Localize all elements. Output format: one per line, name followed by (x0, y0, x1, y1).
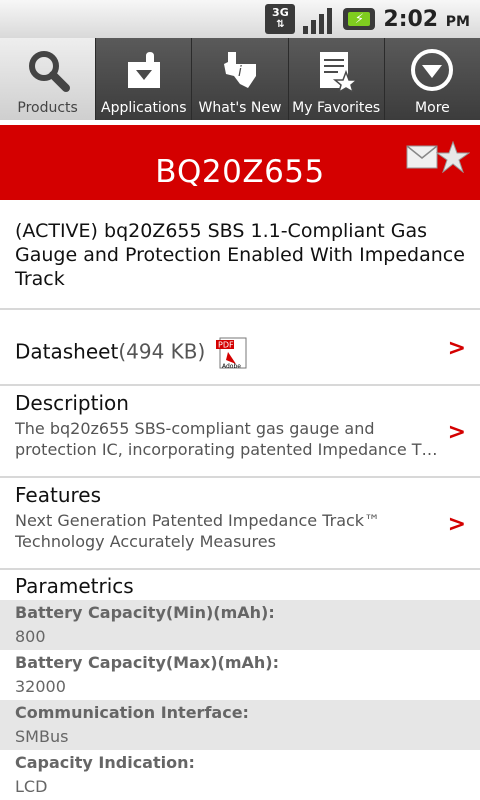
texas-icon: i (216, 45, 264, 95)
tab-label: Applications (101, 100, 187, 116)
tab-products[interactable]: Products (0, 38, 96, 120)
divider (0, 568, 480, 570)
description-preview: The bq20z655 SBS-compliant gas gauge and… (15, 418, 445, 460)
tab-label: Products (17, 100, 78, 116)
product-header: BQ20Z655 (0, 125, 480, 200)
search-icon (24, 45, 72, 95)
tab-whats-new[interactable]: i What's New (191, 38, 287, 120)
param-row: Battery Capacity(Min)(mAh): 800 (0, 600, 480, 650)
tab-label: What's New (198, 100, 282, 116)
param-value: LCD (15, 777, 48, 796)
param-row: Communication Interface: SMBus (0, 700, 480, 750)
datasheet-size: (494 KB) (118, 339, 206, 364)
description-line-1: The bq20z655 SBS-compliant gas gauge and (15, 419, 375, 438)
features-line-2: Technology Accurately Measures (15, 532, 276, 551)
favorites-list-icon (312, 45, 360, 95)
features-label: Features (15, 483, 101, 507)
data-arrows-icon: ⇅ (276, 19, 285, 30)
pdf-icon: PDF Adobe (215, 336, 248, 370)
tab-my-favorites[interactable]: My Favorites (287, 38, 384, 120)
battery-charging-icon: ⚡ (343, 8, 376, 30)
param-name: Battery Capacity(Min)(mAh): (15, 603, 275, 622)
tab-applications[interactable]: Applications (95, 38, 191, 120)
param-value: 800 (15, 627, 46, 646)
tab-bar: Products Applications i What's New My Fa… (0, 38, 480, 120)
status-bar: 3G ⇅ ⚡ 2:02 PM (0, 0, 480, 38)
param-row: Capacity Indication: LCD (0, 750, 480, 800)
chevron-right-icon: > (447, 512, 466, 537)
tab-label: More (415, 100, 450, 116)
description-label: Description (15, 391, 129, 415)
tab-more[interactable]: More (383, 38, 480, 120)
description-line-2: protection IC, incorporating patented Im… (15, 440, 438, 459)
datasheet-label: Datasheet (15, 339, 119, 364)
param-value: 32000 (15, 677, 66, 696)
param-name: Capacity Indication: (15, 753, 195, 772)
param-name: Communication Interface: (15, 703, 249, 722)
clock-time: 2:02 (383, 6, 439, 32)
features-row[interactable]: Features Next Generation Patented Impeda… (0, 478, 480, 568)
param-row: Battery Capacity(Max)(mAh): 32000 (0, 650, 480, 700)
network-label: 3G (272, 6, 289, 19)
parametrics-heading: Parametrics (15, 574, 134, 598)
datasheet-label-group: Datasheet(494 KB) PDF Adobe (15, 336, 248, 370)
product-summary: (ACTIVE) bq20Z655 SBS 1.1-Compliant Gas … (15, 220, 465, 290)
product-title: BQ20Z655 (155, 153, 325, 190)
description-row[interactable]: Description The bq20z655 SBS-compliant g… (0, 386, 480, 476)
features-preview: Next Generation Patented Impedance Track… (15, 510, 445, 552)
features-line-1: Next Generation Patented Impedance Track… (15, 511, 381, 530)
param-name: Battery Capacity(Max)(mAh): (15, 653, 279, 672)
datasheet-row[interactable]: Datasheet(494 KB) PDF Adobe > (0, 310, 480, 384)
svg-text:Adobe: Adobe (222, 363, 241, 370)
clock-ampm: PM (445, 13, 470, 30)
favorite-star-icon[interactable] (435, 140, 471, 174)
network-3g-icon: 3G ⇅ (265, 4, 296, 34)
puzzle-icon (120, 45, 168, 95)
svg-text:i: i (238, 64, 242, 80)
svg-text:PDF: PDF (218, 341, 234, 350)
chevron-right-icon: > (447, 336, 466, 361)
param-value: SMBus (15, 727, 69, 746)
tab-label: My Favorites (292, 100, 381, 116)
email-icon[interactable] (406, 145, 438, 169)
chevron-down-circle-icon (408, 45, 456, 95)
signal-strength-icon (303, 4, 335, 34)
chevron-right-icon: > (447, 420, 466, 445)
clock: 2:02 PM (383, 7, 470, 32)
